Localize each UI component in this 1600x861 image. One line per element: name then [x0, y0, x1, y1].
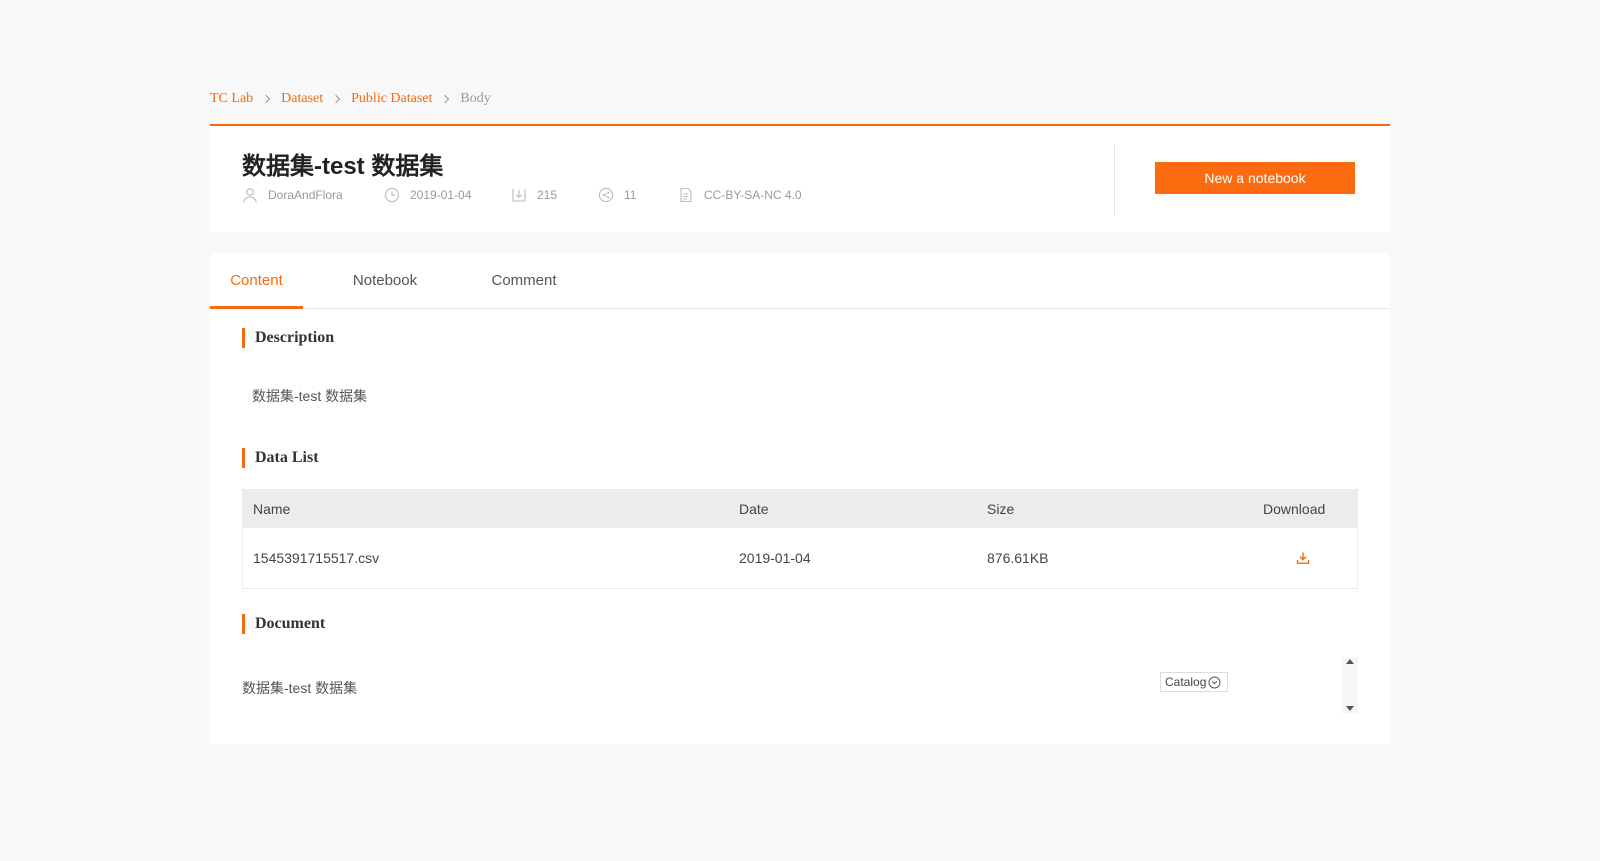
column-name-header: Name	[253, 501, 291, 517]
dataset-meta: DoraAndFlora 2019-01-04 215 11 CC-BY-SA-…	[242, 187, 802, 203]
tab-comment[interactable]: Comment	[491, 253, 557, 309]
author-name[interactable]: DoraAndFlora	[268, 188, 343, 202]
user-icon	[243, 188, 257, 203]
document-heading: Document	[242, 614, 325, 634]
meta-shares: 11	[598, 187, 678, 203]
download-count-icon	[512, 189, 526, 202]
breadcrumb-public-dataset[interactable]: Public Dataset	[351, 91, 432, 107]
column-date-header: Date	[739, 501, 769, 517]
file-name: 1545391715517.csv	[253, 550, 380, 566]
share-icon	[598, 187, 614, 203]
chevron-right-icon	[441, 94, 450, 104]
breadcrumb-dataset[interactable]: Dataset	[281, 91, 323, 107]
breadcrumb-tc-lab[interactable]: TC Lab	[210, 91, 253, 107]
chevron-right-icon	[261, 94, 271, 104]
document-icon	[680, 187, 692, 203]
breadcrumb: TC Lab Dataset Public Dataset Body	[210, 89, 491, 109]
description-heading: Description	[242, 328, 334, 348]
table-row: 1545391715517.csv 2019-01-04 876.61KB	[243, 528, 1357, 589]
description-text: 数据集-test 数据集	[252, 388, 368, 404]
tab-bar: Content Notebook Comment	[210, 253, 1390, 309]
catalog-button[interactable]: Catalog	[1160, 672, 1229, 692]
column-download-header: Download	[1263, 501, 1326, 517]
new-notebook-button[interactable]: New a notebook	[1155, 162, 1355, 194]
catalog-label: Catalog	[1165, 675, 1207, 689]
dataset-date: 2019-01-04	[410, 188, 472, 202]
share-count: 11	[624, 188, 637, 202]
download-icon[interactable]	[1296, 551, 1310, 565]
file-size: 876.61KB	[987, 550, 1049, 566]
column-size-header: Size	[987, 501, 1015, 517]
data-list-heading: Data List	[242, 448, 319, 468]
tab-notebook[interactable]: Notebook	[352, 253, 418, 309]
meta-license: CC-BY-SA-NC 4.0	[678, 187, 802, 203]
meta-date: 2019-01-04	[384, 187, 511, 203]
file-date: 2019-01-04	[739, 550, 811, 566]
scroll-up-arrow-icon[interactable]	[1346, 659, 1354, 664]
tab-content[interactable]: Content	[210, 253, 303, 309]
dataset-title: 数据集-test 数据集	[242, 153, 444, 180]
dataset-content: Content Notebook Comment Description 数据集…	[210, 253, 1390, 744]
scroll-down-arrow-icon[interactable]	[1346, 706, 1354, 711]
download-count: 215	[537, 188, 558, 202]
document-text: 数据集-test 数据集	[242, 680, 358, 696]
license-text: CC-BY-SA-NC 4.0	[704, 188, 802, 202]
data-list-table: Name Date Size Download 1545391715517.cs…	[242, 489, 1358, 589]
dataset-header: 数据集-test 数据集 DoraAndFlora 2019-01-04 215…	[210, 124, 1390, 232]
clock-icon	[384, 187, 400, 203]
meta-author: DoraAndFlora	[242, 187, 384, 203]
breadcrumb-current: Body	[460, 91, 491, 106]
meta-downloads: 215	[511, 187, 598, 203]
chevron-circle-icon	[1208, 676, 1221, 688]
table-header: Name Date Size Download	[243, 490, 1357, 528]
document-scrollbar[interactable]	[1342, 657, 1358, 713]
chevron-right-icon	[331, 94, 341, 104]
header-divider	[1114, 144, 1115, 216]
